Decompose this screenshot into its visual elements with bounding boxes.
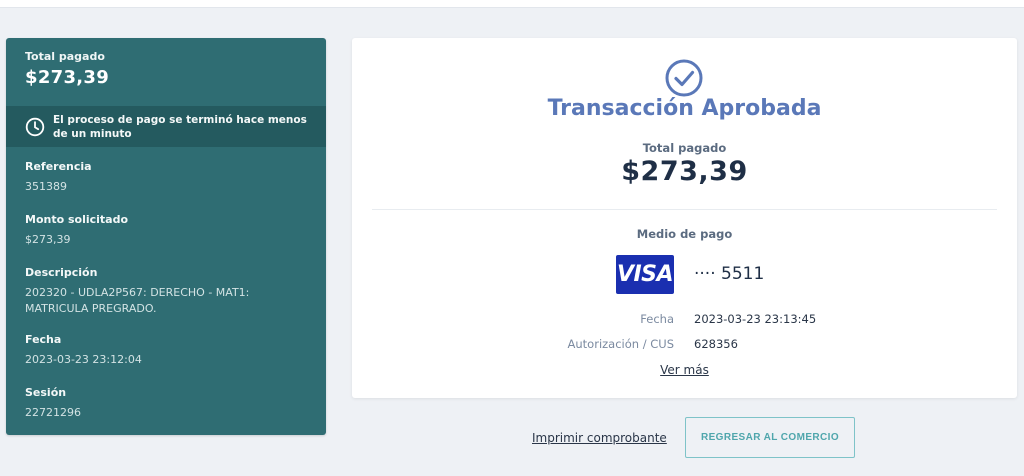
payment-summary-panel: Total pagado $273,39 El proceso de pago … [6,38,326,435]
field-label: Descripción [25,266,98,279]
total-paid-label: Total pagado [642,141,727,155]
field-label: Monto solicitado [25,213,129,226]
summary-total-value: $273,39 [25,67,110,88]
field-label: Sesión [25,386,67,399]
field-session: Sesión 22721296 [6,386,326,421]
transaction-card: Transacción Aprobada Total pagado $273,3… [352,38,1017,398]
card-brand: VISA [616,262,674,287]
divider [372,209,997,210]
detail-value-authorization: 628356 [694,337,738,351]
detail-label-authorization: Autorización / CUS [567,337,674,351]
visa-logo: VISA [616,255,674,294]
detail-value-date: 2023-03-23 23:13:45 [694,312,817,326]
total-paid-value: $273,39 [621,156,748,187]
field-value: 22721296 [25,406,81,419]
field-reference: Referencia 351389 [6,160,326,195]
payment-method-label: Medio de pago [636,227,733,241]
detail-label-date: Fecha [640,312,674,326]
field-value: 2023-03-23 23:12:04 [25,353,142,366]
top-bar [0,0,1024,8]
summary-total-label: Total pagado [25,50,105,63]
clock-icon [25,117,45,136]
completion-notice-text: El proceso de pago se terminó hace menos… [53,113,307,140]
field-description: Descripción 202320 - UDLA2P567: DERECHO … [6,266,326,317]
field-label: Referencia [25,160,92,173]
check-circle-icon [665,59,703,97]
summary-header: Total pagado $273,39 [6,38,326,106]
completion-notice: El proceso de pago se terminó hace menos… [6,106,326,147]
return-to-merchant-button[interactable]: REGRESAR AL COMERCIO [685,417,855,458]
field-value: 351389 [25,180,67,193]
field-requested-amount: Monto solicitado $273,39 [6,213,326,248]
field-label: Fecha [25,333,62,346]
print-receipt-link[interactable]: Imprimir comprobante [532,431,667,445]
page-title: Transacción Aprobada [547,96,822,121]
field-date: Fecha 2023-03-23 23:12:04 [6,333,326,368]
card-last-digits: ···· 5511 [694,264,765,284]
field-value: 202320 - UDLA2P567: DERECHO - MAT1: MATR… [25,286,250,315]
see-more-link[interactable]: Ver más [352,363,1017,377]
field-value: $273,39 [25,233,71,246]
